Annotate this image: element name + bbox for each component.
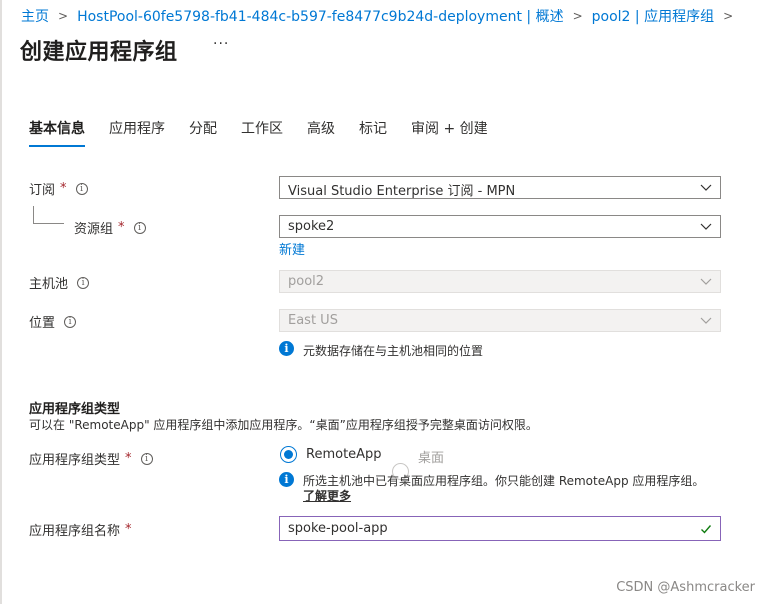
tab-basics[interactable]: 基本信息 <box>29 118 85 147</box>
location-label-text: 位置 <box>29 316 56 331</box>
blade-left-border <box>0 0 2 604</box>
tree-connector <box>33 206 34 223</box>
learn-more-link[interactable]: 了解更多 <box>303 487 351 504</box>
radio-remoteapp-label[interactable]: RemoteApp <box>306 447 382 462</box>
tree-connector <box>33 223 64 224</box>
resource-group-dropdown[interactable]: spoke2 <box>279 215 721 238</box>
location-dropdown: East US <box>279 309 721 332</box>
tab-review-create[interactable]: 审阅 + 创建 <box>411 118 488 144</box>
wizard-tabs: 基本信息 应用程序 分配 工作区 高级 标记 审阅 + 创建 <box>29 118 512 147</box>
chevron-down-icon <box>700 275 712 287</box>
tab-advanced[interactable]: 高级 <box>307 118 335 144</box>
tab-tags[interactable]: 标记 <box>359 118 387 144</box>
host-pool-value: pool2 <box>288 274 325 289</box>
host-pool-label: 主机池 i <box>29 273 90 292</box>
info-icon[interactable]: i <box>140 452 153 465</box>
chevron-right-icon: > <box>58 9 69 23</box>
subscription-value: Visual Studio Enterprise 订阅 - MPN <box>288 184 516 199</box>
info-icon[interactable]: i <box>64 315 77 328</box>
info-icon[interactable]: i <box>77 276 90 289</box>
chevron-right-icon: > <box>723 9 734 23</box>
tab-assignments[interactable]: 分配 <box>189 118 217 144</box>
info-filled-icon: i <box>279 472 294 487</box>
chevron-down-icon <box>700 181 712 193</box>
info-filled-icon: i <box>279 341 294 356</box>
host-pool-dropdown: pool2 <box>279 270 721 293</box>
breadcrumb: 主页 > HostPool-60fe5798-fb41-484c-b597-fe… <box>21 6 742 26</box>
radio-desktop-label: 桌面 <box>418 451 445 466</box>
chevron-down-icon <box>700 220 712 232</box>
more-actions-button[interactable]: ··· <box>213 36 229 52</box>
page-title: 创建应用程序组 <box>20 40 178 65</box>
resource-group-label: 资源组 * i <box>74 218 146 237</box>
tab-applications[interactable]: 应用程序 <box>109 118 165 144</box>
info-icon[interactable]: i <box>133 221 146 234</box>
host-pool-label-text: 主机池 <box>29 277 69 292</box>
create-new-resource-group-link[interactable]: 新建 <box>279 239 305 258</box>
breadcrumb-pool-link[interactable]: pool2 | 应用程序组 <box>592 6 714 26</box>
breadcrumb-deployment-link[interactable]: HostPool-60fe5798-fb41-484c-b597-fe8477c… <box>77 6 564 26</box>
radio-remoteapp[interactable] <box>280 446 297 463</box>
required-marker: * <box>125 451 132 466</box>
section-title: 应用程序组类型 <box>29 402 121 417</box>
watermark: CSDN @Ashmcracker <box>616 580 755 595</box>
app-group-name-input[interactable]: spoke-pool-app <box>279 516 721 541</box>
required-marker: * <box>125 522 132 537</box>
app-group-name-label: 应用程序组名称 * <box>29 520 132 539</box>
checkmark-icon <box>700 523 712 535</box>
section-description: 可以在 "RemoteApp" 应用程序组中添加应用程序。“桌面”应用程序组授予… <box>29 418 538 432</box>
tab-workspace[interactable]: 工作区 <box>241 118 283 144</box>
location-note: 元数据存储在与主机池相同的位置 <box>303 344 484 358</box>
required-marker: * <box>118 220 125 235</box>
resource-group-value: spoke2 <box>288 219 335 234</box>
location-value: East US <box>288 313 338 328</box>
subscription-dropdown[interactable]: Visual Studio Enterprise 订阅 - MPN <box>279 176 721 199</box>
required-marker: * <box>60 181 67 196</box>
subscription-label-text: 订阅 <box>29 183 56 198</box>
chevron-right-icon: > <box>572 9 583 23</box>
info-icon[interactable]: i <box>75 182 88 195</box>
resource-group-label-text: 资源组 <box>74 222 114 237</box>
app-group-type-note: 所选主机池中已有桌面应用程序组。你只能创建 RemoteApp 应用程序组。 <box>303 474 705 488</box>
app-group-type-label: 应用程序组类型 * i <box>29 449 153 468</box>
chevron-down-icon <box>700 314 712 326</box>
app-group-name-label-text: 应用程序组名称 <box>29 524 121 539</box>
subscription-label: 订阅 * i <box>29 179 88 198</box>
breadcrumb-home-link[interactable]: 主页 <box>21 6 49 26</box>
app-group-name-value: spoke-pool-app <box>288 521 388 536</box>
app-group-type-label-text: 应用程序组类型 <box>29 453 121 468</box>
location-label: 位置 i <box>29 312 77 331</box>
